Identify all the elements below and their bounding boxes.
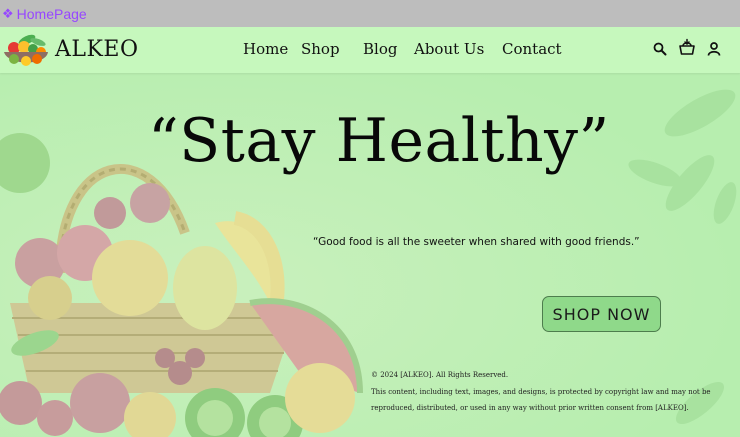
hero-headline: “Stay Healthy” [148, 106, 610, 176]
search-icon[interactable] [652, 41, 668, 57]
nav-home[interactable]: Home [243, 40, 288, 58]
frame-icon: ❖ [2, 5, 14, 21]
copyright-notice: © 2024 [ALKEO]. All Rights Reserved. Thi… [371, 367, 731, 417]
account-icon[interactable] [706, 41, 722, 57]
brand-name[interactable]: ALKEO [55, 37, 139, 62]
site-header: ALKEO Home Shop Blog About Us Contact [0, 27, 740, 73]
copyright-line: © 2024 [ALKEO]. All Rights Reserved. [371, 371, 509, 379]
nav-blog[interactable]: Blog [363, 40, 397, 58]
nav-about-us[interactable]: About Us [414, 40, 484, 58]
fruit-bowl-logo-icon[interactable] [2, 32, 50, 70]
homepage: ALKEO Home Shop Blog About Us Contact “S… [0, 27, 740, 437]
frame-label-bar: ❖ HomePage [0, 0, 740, 27]
copyright-notice-line-1: This content, including text, images, an… [371, 387, 711, 396]
frame-label: HomePage [16, 5, 87, 22]
cart-icon[interactable] [678, 38, 696, 56]
hero-quote: “Good food is all the sweeter when share… [313, 236, 640, 248]
copyright-notice-line-2: reproduced, distributed, or used in any … [371, 404, 689, 412]
nav-shop[interactable]: Shop [301, 40, 340, 58]
shop-now-button[interactable]: SHOP NOW [542, 296, 661, 332]
nav-contact[interactable]: Contact [502, 40, 562, 58]
